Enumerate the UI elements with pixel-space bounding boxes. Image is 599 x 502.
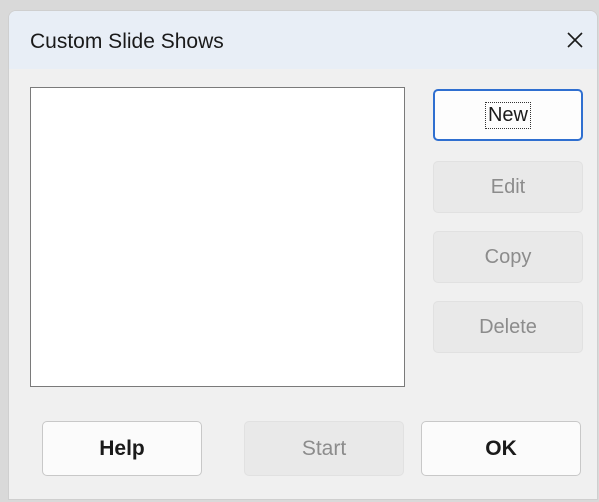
new-button-label: New (484, 101, 532, 129)
start-button[interactable]: Start (244, 421, 404, 476)
delete-button-label: Delete (479, 315, 537, 338)
ok-button[interactable]: OK (421, 421, 581, 476)
help-button[interactable]: Help (42, 421, 202, 476)
edit-button-label: Edit (490, 175, 526, 198)
slide-shows-list[interactable] (30, 87, 405, 387)
close-icon (567, 32, 583, 48)
copy-button-label: Copy (484, 245, 532, 268)
help-button-label: Help (99, 436, 145, 460)
delete-button[interactable]: Delete (433, 301, 583, 353)
edit-button[interactable]: Edit (433, 161, 583, 213)
custom-slide-shows-dialog: Custom Slide Shows New Edit Copy Delete … (8, 10, 598, 500)
close-button[interactable] (553, 11, 597, 69)
ok-button-label: OK (485, 436, 517, 460)
dialog-title: Custom Slide Shows (30, 30, 224, 53)
copy-button[interactable]: Copy (433, 231, 583, 283)
title-bar: Custom Slide Shows (9, 11, 597, 69)
start-button-label: Start (301, 436, 347, 460)
new-button[interactable]: New (433, 89, 583, 141)
